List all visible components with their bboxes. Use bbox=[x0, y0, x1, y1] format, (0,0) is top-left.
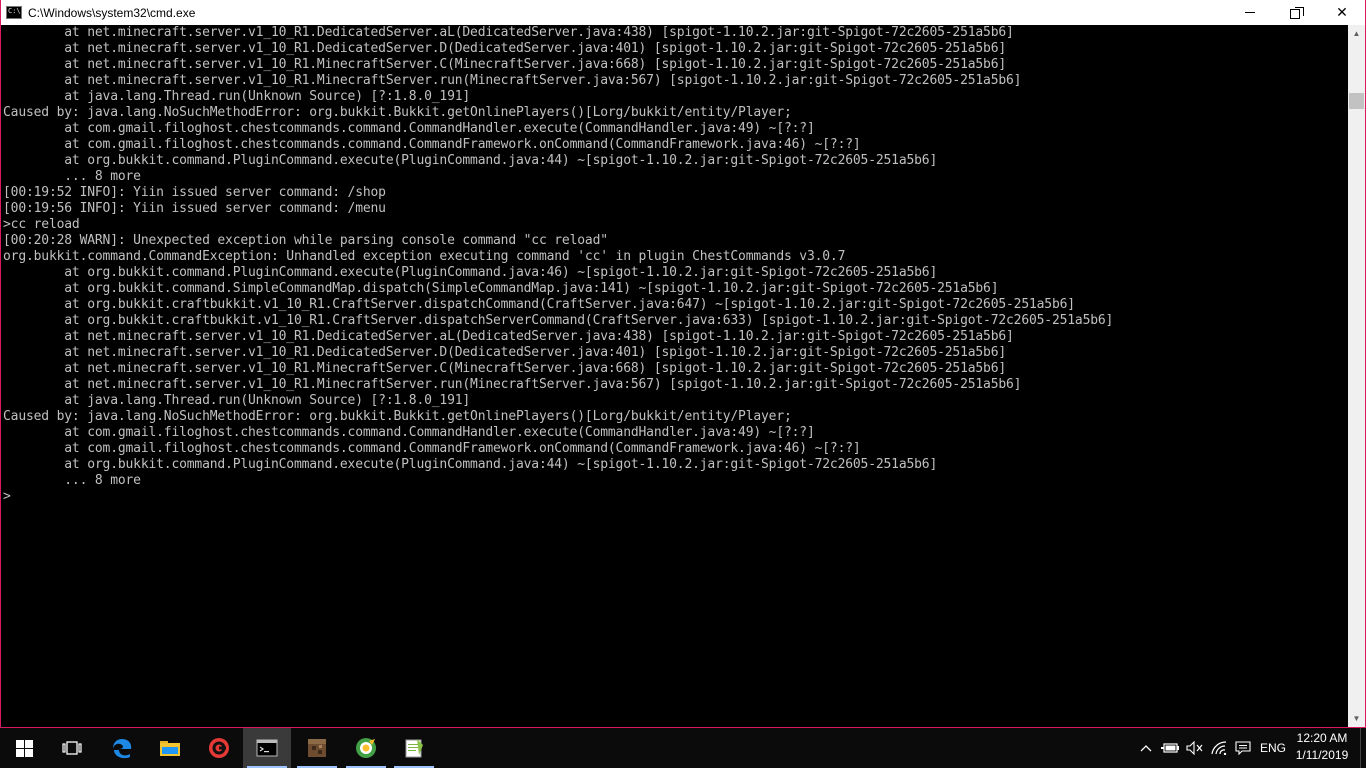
console-line: at net.minecraft.server.v1_10_R1.Minecra… bbox=[3, 73, 1022, 88]
console-line: at org.bukkit.craftbukkit.v1_10_R1.Craft… bbox=[3, 297, 1075, 312]
scroll-up-button[interactable]: ▲ bbox=[1348, 25, 1365, 42]
console-line: at org.bukkit.craftbukkit.v1_10_R1.Craft… bbox=[3, 313, 1114, 328]
console-line: at com.gmail.filoghost.chestcommands.com… bbox=[3, 121, 815, 136]
clock-time: 12:20 AM bbox=[1296, 731, 1348, 745]
console-line: at net.minecraft.server.v1_10_R1.Dedicat… bbox=[3, 41, 1007, 56]
scroll-up-icon: ▲ bbox=[1352, 29, 1361, 38]
show-desktop-button[interactable] bbox=[1360, 728, 1366, 768]
minecraft-icon bbox=[308, 739, 326, 757]
cmd-app-icon-text: C:\ bbox=[8, 7, 21, 15]
network-button[interactable] bbox=[1208, 728, 1230, 768]
console-line: >cc reload bbox=[3, 217, 80, 232]
folder-icon bbox=[160, 741, 180, 756]
console-line: at net.minecraft.server.v1_10_R1.Dedicat… bbox=[3, 345, 1007, 360]
clock-date: 1/11/2019 bbox=[1295, 748, 1349, 762]
input-language-button[interactable]: ENG bbox=[1256, 728, 1290, 768]
console-line: at net.minecraft.server.v1_10_R1.Minecra… bbox=[3, 57, 1007, 72]
restore-icon-back bbox=[1295, 7, 1304, 16]
scroll-down-icon: ▼ bbox=[1352, 714, 1361, 723]
console-line: at org.bukkit.command.PluginCommand.exec… bbox=[3, 153, 938, 168]
console-line: at org.bukkit.command.PluginCommand.exec… bbox=[3, 457, 938, 472]
close-icon: ✕ bbox=[1336, 4, 1348, 21]
show-hidden-icons-button[interactable] bbox=[1136, 728, 1156, 768]
edge-icon bbox=[113, 739, 132, 759]
app-button-green[interactable] bbox=[342, 728, 390, 768]
scroll-down-button[interactable]: ▼ bbox=[1348, 710, 1365, 727]
task-view-icon bbox=[62, 741, 82, 755]
console-line: at org.bukkit.command.SimpleCommandMap.d… bbox=[3, 281, 999, 296]
console-prompt[interactable]: > bbox=[3, 489, 1347, 505]
notepad-icon bbox=[405, 739, 423, 758]
file-explorer-button[interactable] bbox=[146, 728, 194, 768]
terminal-icon bbox=[256, 739, 278, 757]
chevron-up-icon bbox=[1140, 745, 1152, 752]
console-line: at net.minecraft.server.v1_10_R1.Dedicat… bbox=[3, 25, 1014, 40]
console-line: at org.bukkit.command.PluginCommand.exec… bbox=[3, 265, 938, 280]
battery-status-button[interactable] bbox=[1160, 728, 1182, 768]
minecraft-launcher-button[interactable] bbox=[293, 728, 341, 768]
battery-plug-icon bbox=[1161, 743, 1179, 753]
clock-button[interactable]: 12:20 AM 1/11/2019 bbox=[1292, 730, 1352, 766]
window-title: C:\Windows\system32\cmd.exe bbox=[28, 5, 196, 20]
console-line: Caused by: java.lang.NoSuchMethodError: … bbox=[3, 409, 792, 424]
console-line: at net.minecraft.server.v1_10_R1.Minecra… bbox=[3, 361, 1007, 376]
minimize-icon bbox=[1245, 12, 1255, 13]
console-line: [00:19:56 INFO]: Yiin issued server comm… bbox=[3, 201, 386, 216]
green-app-icon bbox=[356, 738, 376, 758]
console-line: Caused by: java.lang.NoSuchMethodError: … bbox=[3, 105, 792, 120]
edge-browser-button[interactable] bbox=[98, 728, 146, 768]
action-center-button[interactable] bbox=[1232, 728, 1254, 768]
restore-button[interactable] bbox=[1273, 0, 1319, 25]
garena-icon bbox=[209, 738, 229, 758]
console-line: at net.minecraft.server.v1_10_R1.Dedicat… bbox=[3, 329, 1014, 344]
start-button[interactable] bbox=[0, 728, 48, 768]
console-line: [00:20:28 WARN]: Unexpected exception wh… bbox=[3, 233, 608, 248]
notepad-plus-plus-button[interactable] bbox=[390, 728, 438, 768]
cmd-taskbar-button[interactable] bbox=[243, 728, 291, 768]
scroll-thumb[interactable] bbox=[1349, 93, 1364, 109]
taskbar: ENG 12:20 AM 1/11/2019 bbox=[0, 728, 1366, 768]
windows-logo-icon bbox=[15, 739, 33, 757]
minimize-button[interactable] bbox=[1227, 0, 1273, 25]
console-line: at java.lang.Thread.run(Unknown Source) … bbox=[3, 89, 471, 104]
console-text: at net.minecraft.server.v1_10_R1.Dedicat… bbox=[3, 25, 1347, 505]
console-line: at com.gmail.filoghost.chestcommands.com… bbox=[3, 441, 861, 456]
console-line: org.bukkit.command.CommandException: Unh… bbox=[3, 249, 846, 264]
console-line: [00:19:52 INFO]: Yiin issued server comm… bbox=[3, 185, 386, 200]
console-line: at com.gmail.filoghost.chestcommands.com… bbox=[3, 137, 861, 152]
vertical-scrollbar[interactable]: ▲ ▼ bbox=[1348, 25, 1365, 727]
cmd-app-icon[interactable]: C:\ bbox=[6, 6, 22, 19]
console-output[interactable]: at net.minecraft.server.v1_10_R1.Dedicat… bbox=[3, 25, 1347, 727]
title-bar[interactable]: C:\ C:\Windows\system32\cmd.exe ✕ bbox=[1, 0, 1365, 25]
speaker-muted-icon bbox=[1186, 741, 1203, 755]
garena-app-button[interactable] bbox=[195, 728, 243, 768]
console-line: at java.lang.Thread.run(Unknown Source) … bbox=[3, 393, 471, 408]
close-button[interactable]: ✕ bbox=[1319, 0, 1365, 25]
notification-icon bbox=[1235, 741, 1251, 755]
console-line: at com.gmail.filoghost.chestcommands.com… bbox=[3, 425, 815, 440]
cmd-window[interactable]: C:\ C:\Windows\system32\cmd.exe ✕ at net… bbox=[0, 0, 1366, 728]
volume-button[interactable] bbox=[1184, 728, 1206, 768]
console-line: at net.minecraft.server.v1_10_R1.Minecra… bbox=[3, 377, 1022, 392]
wifi-icon bbox=[1211, 741, 1227, 755]
console-line: ... 8 more bbox=[3, 473, 141, 488]
console-line: ... 8 more bbox=[3, 169, 141, 184]
task-view-button[interactable] bbox=[48, 728, 96, 768]
